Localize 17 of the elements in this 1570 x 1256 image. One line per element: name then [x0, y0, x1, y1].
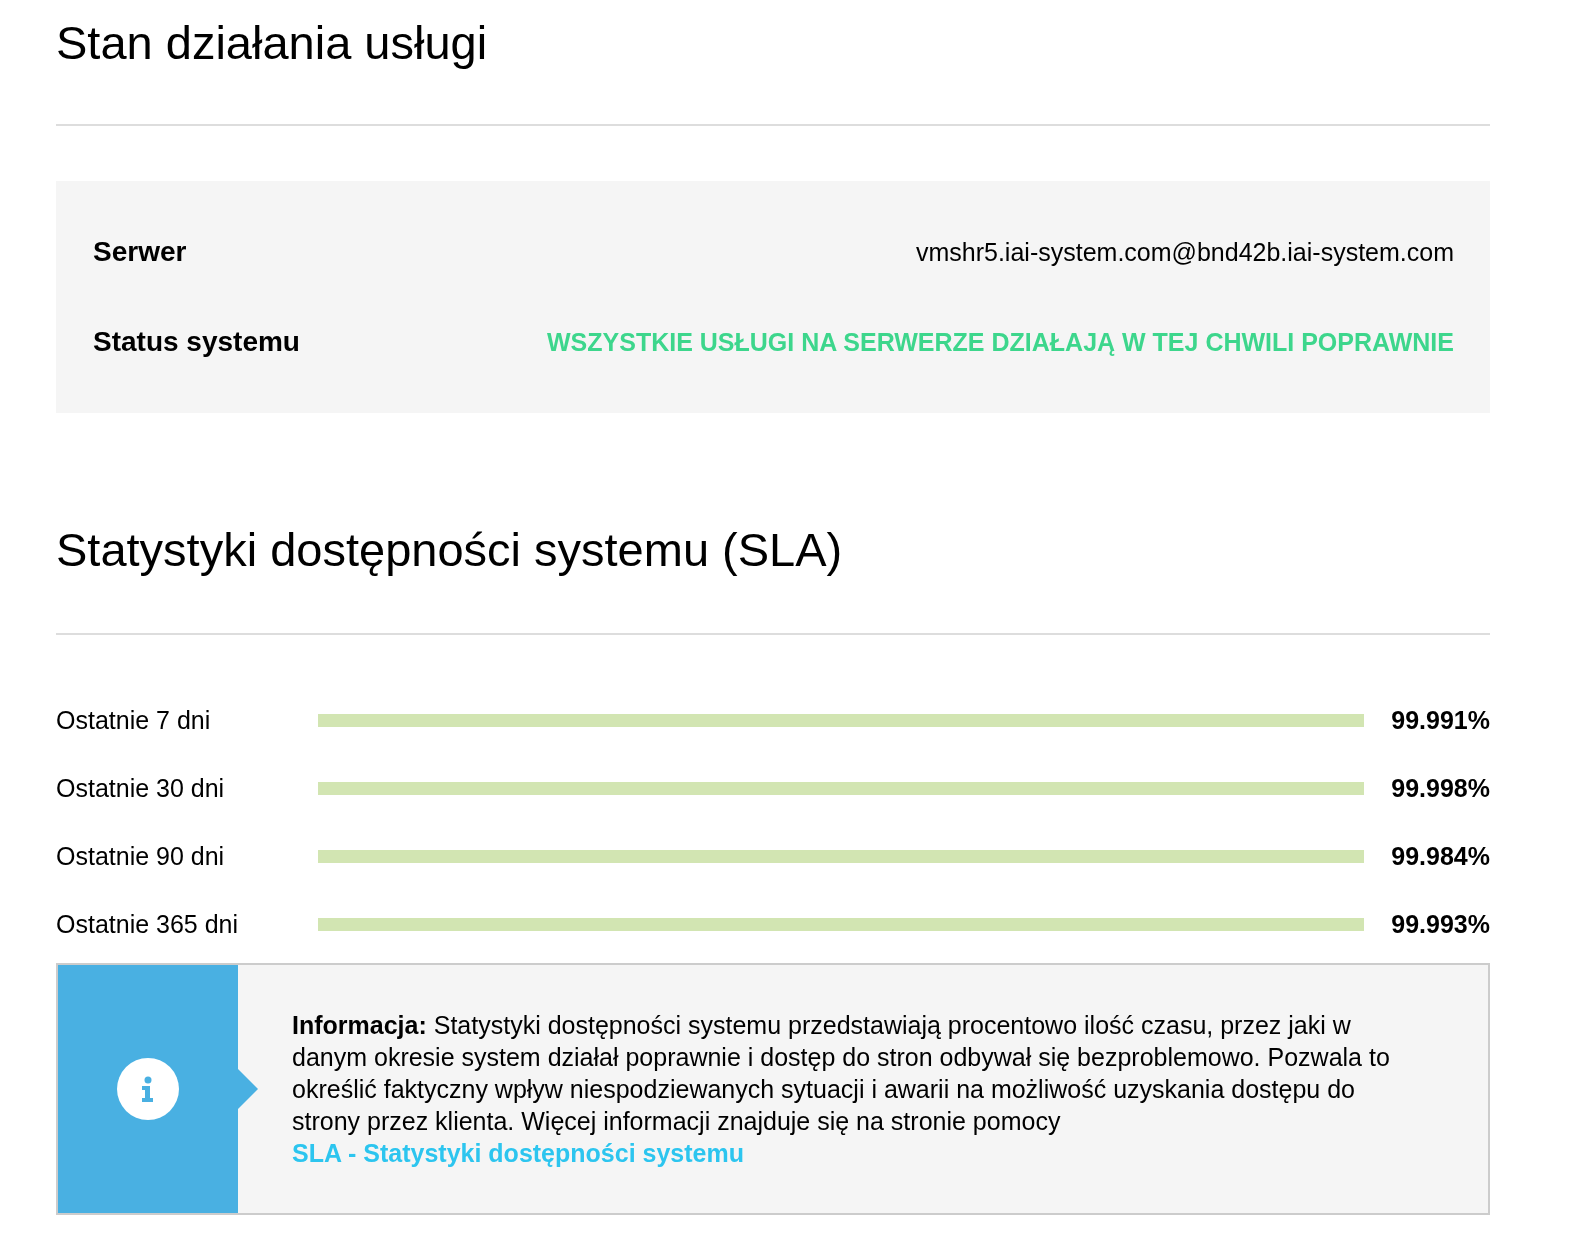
status-label: Serwer — [93, 236, 187, 268]
info-icon — [117, 1058, 179, 1120]
availability-percent: 99.984% — [1390, 841, 1490, 871]
availability-percent: 99.993% — [1390, 909, 1490, 939]
section-title: Statystyki dostępności systemu (SLA) — [56, 525, 844, 575]
status-value: vmshr5.iai-system.com@bnd42b.iai-system.com — [915, 237, 1454, 267]
period-label: Ostatnie 7 dni — [56, 705, 212, 735]
status-value: WSZYSTKIE USŁUGI NA SERWERZE DZIAŁAJĄ W TEJ CHWILI POPRAWNIE — [547, 327, 1454, 357]
page-title: Stan działania usługi — [56, 15, 489, 68]
period-label: Ostatnie 365 dni — [56, 909, 240, 939]
status-label: Status systemu — [93, 326, 300, 358]
availability-percent: 99.998% — [1390, 773, 1490, 803]
help-link[interactable]: SLA - Statystyki dostępności systemu — [292, 1139, 744, 1167]
period-label: Ostatnie 90 dni — [56, 841, 226, 871]
info-text: Informacja: Statystyki dostępności systemu przedstawiają procentowo ilość czasu, przez jaki w danym okresie system działał poprawnie i dostęp do stron odbywał się bezproblemowo. Pozwala to określić faktyczny wpływ niespodziewanych sytuacji i awarii na możliwość uzyskania dostępu do strony przez klienta. Więcej informacji znajduje się na stronie pomocy SLA - Statystyki dostępności systemu — [292, 1010, 1391, 1169]
availability-percent: 99.991% — [1390, 705, 1490, 735]
period-label: Ostatnie 30 dni — [56, 773, 226, 803]
